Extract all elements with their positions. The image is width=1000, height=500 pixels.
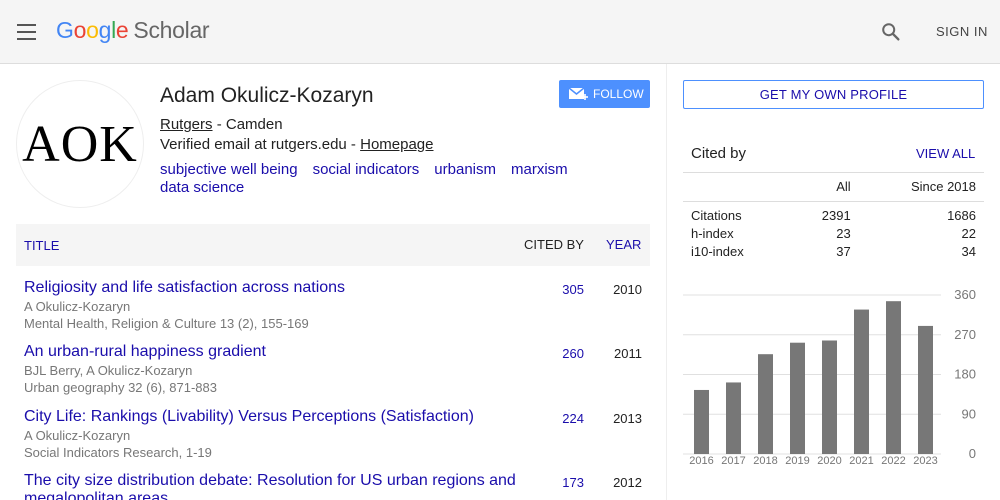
cited-by-count[interactable]: 305: [562, 282, 584, 297]
avatar: AOK: [16, 80, 144, 208]
table-row: The city size distribution debate: Resol…: [16, 472, 650, 500]
mail-icon: [568, 87, 588, 100]
top-bar: Google Scholar SIGN IN: [0, 0, 1000, 64]
bar-2018[interactable]: [758, 354, 773, 454]
stats-header-since: Since 2018: [858, 173, 984, 202]
affiliation-link[interactable]: Rutgers: [160, 116, 213, 133]
verified-text: Verified email at rutgers.edu -: [160, 136, 361, 153]
publication-year: 2011: [614, 346, 642, 361]
publication-authors: BJL Berry, A Okulicz-Kozaryn: [24, 363, 193, 378]
x-tick-label: 2021: [849, 455, 873, 467]
stats-label[interactable]: i10-index: [683, 243, 789, 261]
cited-by-count[interactable]: 260: [562, 346, 584, 361]
sort-year-button[interactable]: YEAR: [606, 237, 641, 252]
cited-by-heading: Cited by: [691, 145, 747, 162]
avatar-text: AOK: [22, 115, 138, 173]
x-tick-label: 2022: [881, 455, 905, 467]
stats-header-blank: [683, 173, 790, 202]
publication-year: 2010: [613, 282, 642, 297]
stats-since: 34: [961, 244, 976, 259]
publication-title[interactable]: The city size distribution debate: Resol…: [24, 472, 524, 500]
sign-in-button[interactable]: SIGN IN: [936, 24, 988, 39]
stats-header-all: All: [789, 173, 859, 202]
x-tick-label: 2016: [689, 455, 713, 467]
stats-since: 22: [961, 226, 976, 241]
x-tick-label: 2020: [817, 455, 841, 467]
x-tick-label: 2017: [721, 455, 745, 467]
citations-per-year-chart: 0 90 180 270 360 2016 2017 2018 2019 2020 2021 2022…: [683, 287, 976, 467]
bar-2017[interactable]: [726, 382, 741, 454]
y-tick-label: 0: [969, 446, 976, 461]
sort-cited-by-button[interactable]: CITED BY: [524, 237, 584, 252]
bar-2021[interactable]: [854, 309, 869, 454]
stats-label[interactable]: h-index: [683, 225, 789, 243]
y-tick-label: 180: [954, 367, 976, 382]
research-interests: subjective well being social indicators ur…: [160, 161, 630, 197]
profile-name: Adam Okulicz-Kozaryn: [160, 84, 374, 107]
interest-marxism[interactable]: marxism: [511, 161, 568, 178]
follow-button[interactable]: FOLLOW: [559, 80, 650, 108]
stats-since: 1686: [947, 208, 976, 223]
y-tick-label: 90: [962, 406, 976, 421]
menu-icon[interactable]: [17, 24, 38, 40]
x-tick-label: 2019: [785, 455, 809, 467]
publication-authors: A Okulicz-Kozaryn: [24, 428, 131, 443]
stats-all: 2391: [821, 208, 851, 223]
citation-stats-table: All Since 2018 Citations 2391 1686 h-ind…: [683, 172, 984, 261]
cited-by-count[interactable]: 224: [562, 411, 584, 426]
publication-title[interactable]: An urban-rural happiness gradient: [24, 343, 266, 361]
x-tick-label: 2018: [753, 455, 777, 467]
publication-year: 2013: [613, 411, 642, 426]
table-row: Religiosity and life satisfaction across…: [16, 279, 650, 343]
stats-all: 37: [836, 244, 851, 259]
get-own-profile-button[interactable]: GET MY OWN PROFILE: [683, 80, 984, 109]
homepage-link[interactable]: Homepage: [360, 136, 433, 153]
bar-2020[interactable]: [822, 340, 837, 454]
google-scholar-logo[interactable]: Google Scholar: [56, 17, 210, 44]
affiliation-rest: - Camden: [212, 116, 283, 133]
affiliation: Rutgers - Camden: [160, 116, 283, 133]
interest-subjective-well-being[interactable]: subjective well being: [160, 161, 298, 178]
x-tick-label: 2023: [913, 455, 937, 467]
publication-title[interactable]: Religiosity and life satisfaction across…: [24, 279, 345, 297]
verified-email: Verified email at rutgers.edu - Homepage: [160, 136, 434, 153]
publication-authors: A Okulicz-Kozaryn: [24, 299, 131, 314]
y-tick-label: 270: [954, 327, 976, 342]
interest-urbanism[interactable]: urbanism: [434, 161, 496, 178]
interest-social-indicators[interactable]: social indicators: [313, 161, 420, 178]
bar-2022[interactable]: [886, 301, 901, 454]
interest-data-science[interactable]: data science: [160, 179, 244, 196]
stats-all: 23: [836, 226, 851, 241]
table-row: City Life: Rankings (Livability) Versus …: [16, 408, 650, 472]
y-tick-label: 360: [954, 287, 976, 302]
table-row: An urban-rural happiness gradient BJL Be…: [16, 343, 650, 407]
sort-title-button[interactable]: TITLE: [24, 238, 59, 253]
publications-header: TITLE CITED BY YEAR: [16, 224, 650, 266]
bar-2016[interactable]: [694, 389, 709, 454]
follow-label: FOLLOW: [593, 87, 644, 101]
publication-venue: Urban geography 32 (6), 871-883: [24, 380, 217, 395]
publication-year: 2012: [613, 475, 642, 490]
publication-title[interactable]: City Life: Rankings (Livability) Versus …: [24, 408, 474, 426]
stats-label[interactable]: Citations: [683, 202, 789, 226]
search-icon[interactable]: [880, 21, 902, 43]
cited-by-count[interactable]: 173: [562, 475, 584, 490]
publication-venue: Social Indicators Research, 1-19: [24, 445, 212, 460]
view-all-link[interactable]: VIEW ALL: [916, 146, 975, 161]
publication-venue: Mental Health, Religion & Culture 13 (2)…: [24, 316, 309, 331]
bar-2023[interactable]: [918, 325, 933, 454]
column-divider: [666, 64, 667, 500]
bar-2019[interactable]: [790, 342, 805, 454]
